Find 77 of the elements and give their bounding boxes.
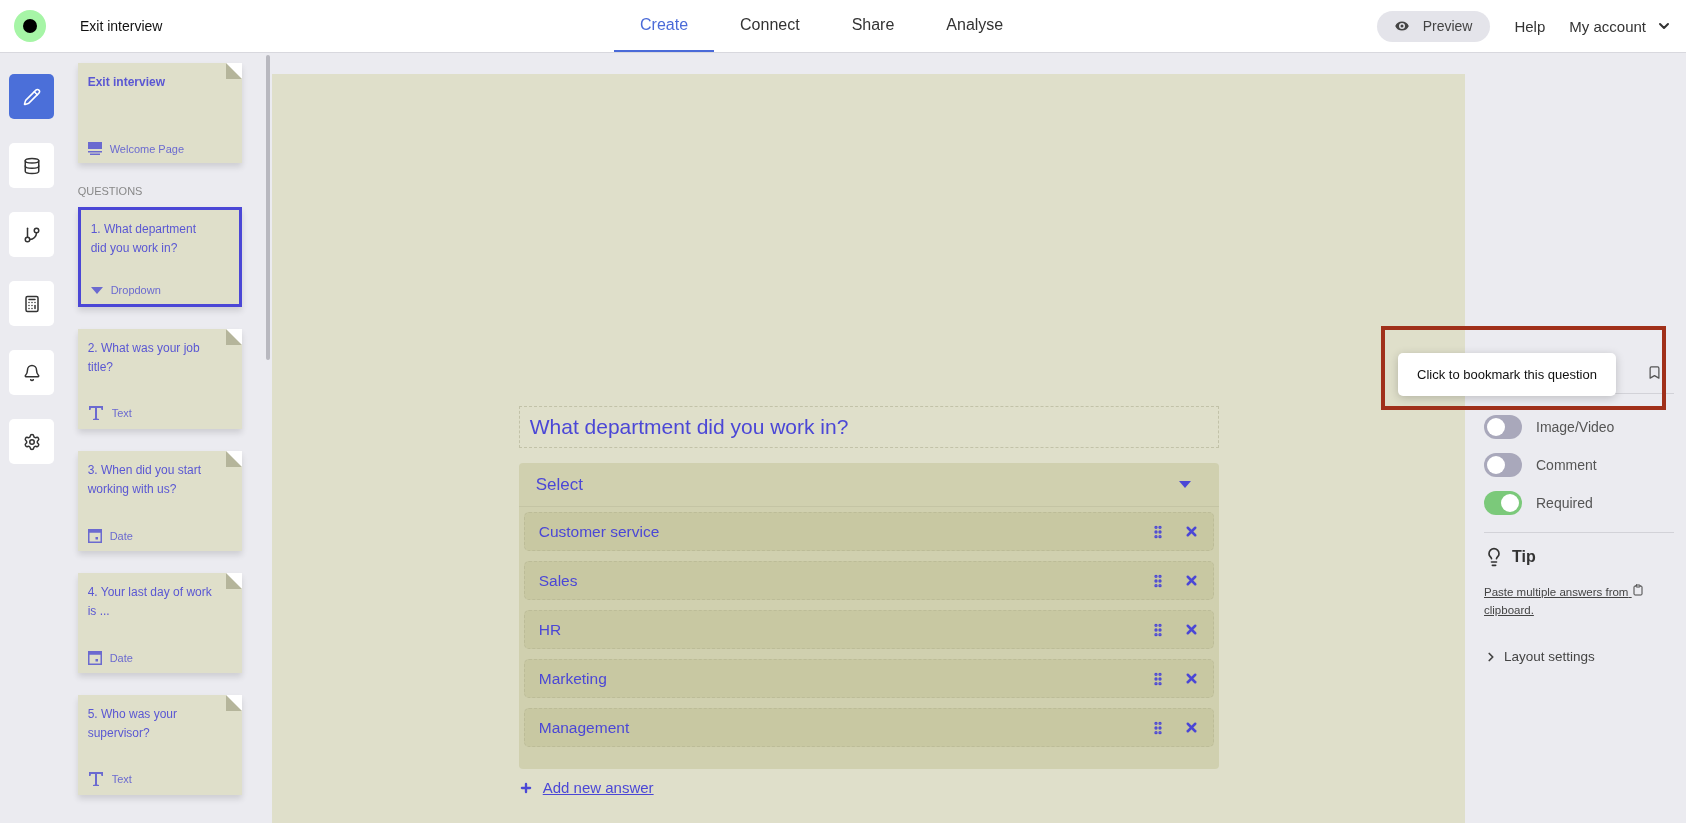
answer-option[interactable]: Sales: [523, 561, 1214, 600]
answer-option[interactable]: HR: [523, 610, 1214, 649]
folded-corner: [225, 63, 242, 79]
tooltip: Click to bookmark this question: [1398, 353, 1616, 396]
section-heading: QUESTIONS: [77, 185, 144, 197]
card-title: 4. Your last day of work is ...: [87, 584, 213, 620]
card-title: 2. What was your job title?: [87, 340, 201, 376]
nav-tab[interactable]: Create: [614, 0, 715, 52]
sidebar-tool-button[interactable]: [9, 419, 54, 464]
answer-text: Marketing: [538, 669, 608, 688]
layout-settings-toggle[interactable]: Layout settings: [1484, 649, 1595, 664]
card-title: Exit interview: [87, 74, 167, 91]
database-icon: [22, 156, 41, 175]
card-type-label: Text: [111, 407, 132, 419]
answer-option[interactable]: Marketing: [523, 659, 1214, 698]
caret-icon: [1178, 481, 1191, 488]
welcome-page-icon: [87, 142, 102, 155]
card-type-label: Date: [109, 530, 133, 542]
card-type-label: Text: [111, 773, 132, 785]
pencil-icon: [22, 87, 41, 106]
answer-text: Management: [538, 718, 631, 737]
toggle-switch[interactable]: [1484, 453, 1522, 477]
card-type-label: Dropdown: [110, 284, 161, 296]
survey-title: Exit interview: [80, 18, 163, 34]
calendar-icon: [87, 529, 102, 543]
welcome-card[interactable]: Exit interview Welcome Page: [77, 63, 242, 163]
bookmark-icon[interactable]: [1647, 365, 1662, 380]
card-type-label: Welcome Page: [109, 142, 185, 155]
folded-corner: [225, 451, 242, 467]
folded-corner: [225, 695, 242, 711]
calculator-icon: [22, 294, 41, 313]
question-title-field[interactable]: What department did you work in?: [518, 406, 1219, 448]
app-logo[interactable]: [14, 10, 46, 42]
tip-title: Tip: [1512, 548, 1536, 566]
clipboard-icon: [1631, 584, 1644, 596]
question-card[interactable]: 5. Who was your supervisor? Text: [77, 695, 242, 795]
folded-corner: [225, 573, 242, 589]
select-field[interactable]: Select: [518, 463, 1219, 507]
account-menu[interactable]: My account: [1569, 17, 1672, 35]
answer-option[interactable]: Customer service: [523, 512, 1214, 551]
dropdown-icon: [90, 286, 103, 294]
settings-icon: [22, 432, 41, 451]
answer-text: Sales: [538, 571, 579, 590]
sidebar-tool-button[interactable]: [9, 281, 54, 326]
toggle-label: Comment: [1536, 457, 1597, 473]
answer-text: HR: [538, 620, 563, 639]
toggle-switch[interactable]: [1484, 415, 1522, 439]
branch-icon: [22, 225, 41, 244]
card-title: 1. What department did you work in?: [90, 221, 198, 257]
plus-icon: [518, 780, 533, 795]
card-title: 5. Who was your supervisor?: [87, 706, 179, 742]
calendar-icon: [87, 651, 102, 665]
add-answer-link[interactable]: Add new answer: [518, 779, 654, 796]
nav-tab[interactable]: Analyse: [920, 0, 1030, 52]
sidebar-tool-button[interactable]: [9, 212, 54, 257]
nav-tab[interactable]: Connect: [714, 0, 826, 52]
sidebar-tool-button[interactable]: [9, 143, 54, 188]
paste-answers-link[interactable]: Paste multiple answers from clipboard.: [1484, 583, 1674, 619]
folded-corner: [225, 329, 242, 345]
answer-option[interactable]: Management: [523, 708, 1214, 747]
toggle-label: Image/Video: [1536, 419, 1615, 435]
toggle-switch[interactable]: [1484, 491, 1522, 515]
text-type-icon: [87, 405, 104, 421]
answer-text: Customer service: [538, 522, 661, 541]
question-card[interactable]: 3. When did you start working with us? Date: [77, 451, 242, 551]
question-card[interactable]: 4. Your last day of work is ... Date: [77, 573, 242, 673]
bell-icon: [22, 363, 41, 382]
sidebar-tool-button[interactable]: [9, 350, 54, 395]
text-type-icon: [87, 771, 104, 787]
question-card[interactable]: 1. What department did you work in? Dropdown: [77, 207, 242, 307]
question-card[interactable]: 2. What was your job title? Text: [77, 329, 242, 429]
help-link[interactable]: Help: [1514, 17, 1546, 35]
nav-tab[interactable]: Share: [825, 0, 921, 52]
card-title: 3. When did you start working with us?: [87, 462, 203, 498]
toggle-label: Required: [1536, 495, 1593, 511]
preview-button[interactable]: Preview: [1376, 10, 1491, 42]
card-type-label: Date: [109, 652, 133, 664]
